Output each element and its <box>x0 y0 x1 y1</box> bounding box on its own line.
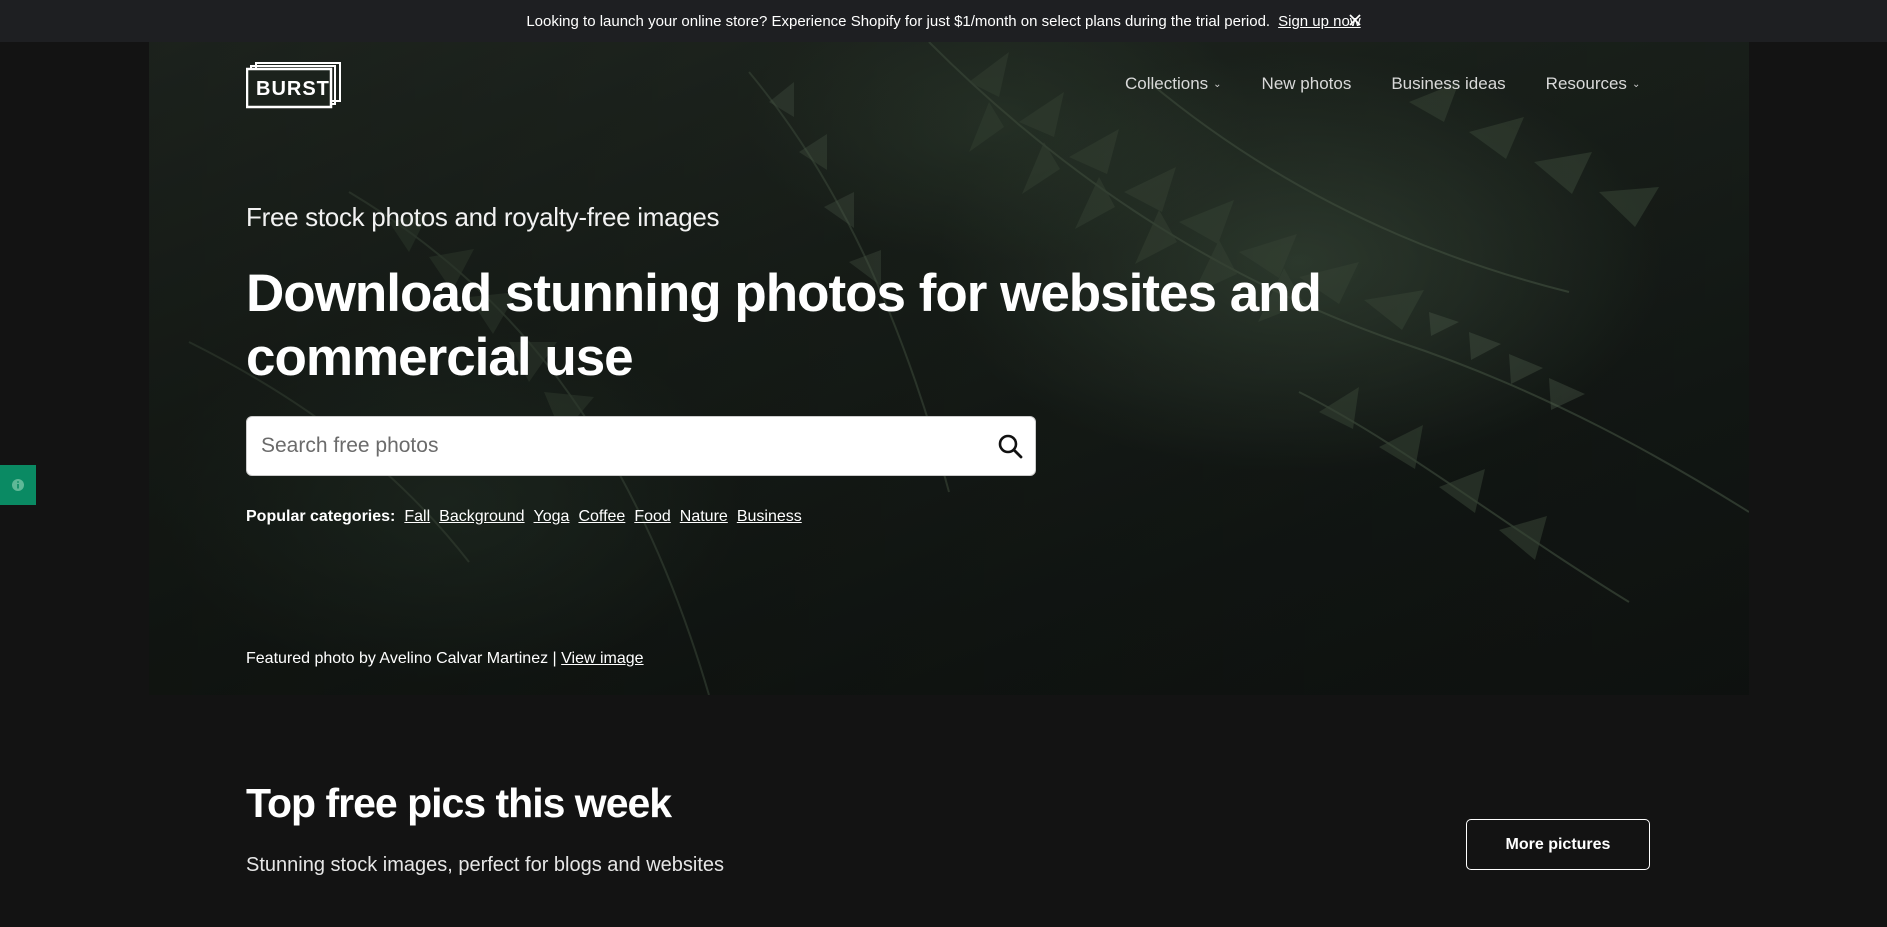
category-link-coffee[interactable]: Coffee <box>578 508 625 526</box>
category-link-food[interactable]: Food <box>634 508 670 526</box>
hero-tagline: Free stock photos and royalty-free image… <box>246 202 720 232</box>
nav-item-label: Collections <box>1125 74 1209 93</box>
nav-item-business-ideas[interactable]: Business ideas <box>1391 74 1505 94</box>
category-link-background[interactable]: Background <box>439 508 524 526</box>
nav-item-resources[interactable]: Resources ⌄ <box>1546 74 1641 94</box>
featured-credit-text: Featured photo by Avelino Calvar Martine… <box>246 650 557 667</box>
featured-photo-credit: Featured photo by Avelino Calvar Martine… <box>246 650 644 668</box>
burst-logo[interactable]: BURST <box>245 62 342 110</box>
section-title: Top free pics this week <box>246 780 672 826</box>
search-input[interactable] <box>247 434 985 458</box>
view-image-link[interactable]: View image <box>561 650 643 667</box>
logo-text: BURST <box>256 78 330 100</box>
more-pictures-button[interactable]: More pictures <box>1466 819 1650 870</box>
section-subtitle: Stunning stock images, perfect for blogs… <box>246 854 725 876</box>
nav-item-label: New photos <box>1261 74 1352 93</box>
close-icon[interactable] <box>1343 8 1367 32</box>
chevron-down-icon: ⌄ <box>1213 78 1222 90</box>
category-link-business[interactable]: Business <box>737 508 802 526</box>
hero-headline: Download stunning photos for websites an… <box>246 264 1322 387</box>
search-icon[interactable] <box>985 421 1035 471</box>
side-feedback-widget[interactable] <box>0 465 36 505</box>
hero-section: BURST Collections ⌄ New photos Business … <box>149 42 1749 695</box>
nav-item-new-photos[interactable]: New photos <box>1262 74 1352 94</box>
category-link-fall[interactable]: Fall <box>404 508 430 526</box>
category-link-yoga[interactable]: Yoga <box>534 508 570 526</box>
nav-item-label: Resources <box>1545 74 1627 93</box>
search-bar <box>246 416 1036 476</box>
main-nav: Collections ⌄ New photos Business ideas … <box>1125 74 1640 94</box>
category-link-nature[interactable]: Nature <box>680 508 728 526</box>
announcement-message: Looking to launch your online store? Exp… <box>526 12 1271 30</box>
info-icon <box>12 479 24 491</box>
nav-item-label: Business ideas <box>1391 74 1506 93</box>
nav-item-collections[interactable]: Collections ⌄ <box>1125 74 1222 94</box>
popular-categories-label: Popular categories: <box>246 508 396 525</box>
chevron-down-icon: ⌄ <box>1631 78 1641 90</box>
popular-categories: Popular categories: Fall Background Yoga… <box>246 508 811 526</box>
announcement-bar: Looking to launch your online store? Exp… <box>0 0 1887 42</box>
